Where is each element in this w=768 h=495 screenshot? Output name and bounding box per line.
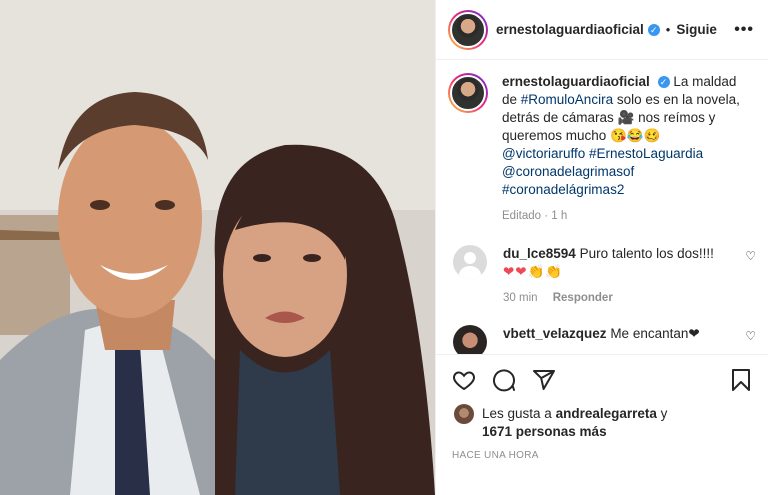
more-icon[interactable]: ••• bbox=[734, 21, 754, 39]
post-timestamp: HACE UNA HORA bbox=[452, 450, 539, 461]
comment-meta: 30 min Responder bbox=[503, 289, 735, 307]
mention-link[interactable]: @victoriaruffo bbox=[502, 146, 585, 161]
comment-item: vbett_velazquez Me encantan❤ ♡ bbox=[448, 325, 756, 354]
post-header: ernestolaguardiaoficial ✓ • Siguie ••• bbox=[436, 0, 768, 60]
likes-prefix: Les gusta a bbox=[482, 406, 556, 421]
mention-link[interactable]: @coronadelagrimasof bbox=[502, 164, 634, 179]
comment-time: 30 min bbox=[503, 292, 538, 304]
comment-like-heart-icon[interactable]: ♡ bbox=[745, 329, 756, 354]
comment-body: vbett_velazquez Me encantan❤ bbox=[503, 325, 735, 354]
action-bar bbox=[436, 355, 768, 405]
likes-summary: Les gusta a andrealegarreta y 1671 perso… bbox=[436, 404, 768, 441]
commenter-username[interactable]: du_lce8594 bbox=[503, 246, 576, 261]
author-username[interactable]: ernestolaguardiaoficial bbox=[496, 22, 644, 37]
hashtag-link[interactable]: #RomuloAncira bbox=[521, 92, 613, 107]
comment-text: Me encantan❤ bbox=[610, 326, 700, 341]
post-panel: ernestolaguardiaoficial ✓ • Siguie ••• e… bbox=[435, 0, 768, 495]
share-icon[interactable] bbox=[532, 368, 556, 392]
comment-text: Puro talento los dos!!!! bbox=[579, 246, 714, 261]
likes-suffix: y bbox=[656, 406, 668, 421]
commenter-username[interactable]: vbett_velazquez bbox=[503, 326, 607, 341]
post-photo bbox=[0, 0, 435, 495]
caption-text: ernestolaguardiaoficial ✓ La maldad de #… bbox=[502, 73, 742, 225]
liker-username[interactable]: andrealegarreta bbox=[556, 406, 657, 421]
caption-avatar[interactable] bbox=[448, 73, 488, 113]
comments-section[interactable]: ernestolaguardiaoficial ✓ La maldad de #… bbox=[436, 60, 768, 355]
save-icon[interactable] bbox=[730, 368, 752, 392]
comment-item: du_lce8594 Puro talento los dos!!!! ❤❤👏👏… bbox=[448, 245, 756, 307]
liker-avatar[interactable] bbox=[454, 404, 474, 424]
verified-icon: ✓ bbox=[657, 76, 670, 89]
follow-button[interactable]: Siguie bbox=[676, 22, 717, 37]
likes-count[interactable]: 1671 personas más bbox=[482, 424, 607, 439]
comment-like-heart-icon[interactable]: ♡ bbox=[745, 249, 756, 307]
likes-text: Les gusta a andrealegarreta y 1671 perso… bbox=[482, 405, 667, 441]
commenter-avatar[interactable] bbox=[453, 325, 487, 354]
caption-username[interactable]: ernestolaguardiaoficial bbox=[502, 74, 650, 89]
hashtag-link[interactable]: #coronadelágrimas2 bbox=[502, 182, 624, 197]
comment-emojis: ❤❤👏👏 bbox=[503, 264, 564, 279]
verified-icon: ✓ bbox=[647, 23, 660, 36]
author-avatar[interactable] bbox=[448, 9, 488, 50]
selfie-image bbox=[0, 0, 435, 495]
heart-icon[interactable] bbox=[452, 368, 476, 392]
commenter-avatar[interactable] bbox=[453, 245, 487, 279]
reply-button[interactable]: Responder bbox=[553, 292, 613, 304]
hashtag-link[interactable]: #ErnestoLaguardia bbox=[589, 146, 703, 161]
caption-meta: Editado · 1 h bbox=[502, 210, 568, 222]
caption: ernestolaguardiaoficial ✓ La maldad de #… bbox=[448, 73, 756, 225]
comment-body: du_lce8594 Puro talento los dos!!!! ❤❤👏👏… bbox=[503, 245, 735, 307]
separator-dot: • bbox=[665, 22, 671, 37]
comment-icon[interactable] bbox=[492, 368, 516, 392]
